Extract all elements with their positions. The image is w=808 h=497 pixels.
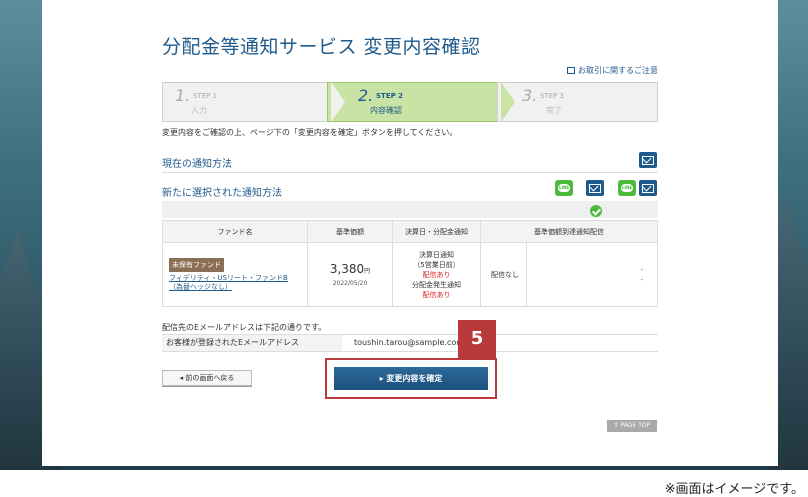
step-arrow (501, 82, 515, 122)
email-label: お客様が登録されたEメールアドレス (162, 335, 342, 351)
email-row: お客様が登録されたEメールアドレス toushin.tarou@sample.c… (162, 334, 658, 352)
confirm-button[interactable]: ▸ 変更内容を確定 (334, 367, 488, 390)
check-icon (590, 205, 602, 217)
email-value: toushin.tarou@sample.com (354, 338, 465, 347)
price-value: 3,380 (329, 262, 365, 276)
fund-name-cell: 未保有ファンド フィデリティ・USリート・ファンドB（為替ヘッジなし） (162, 242, 308, 307)
background-scene: 分配金等通知サービス 変更内容確認 お取引に関するご注意 1. STEP 1 入… (0, 0, 808, 470)
col-notify: 決算日・分配金通知 (392, 220, 481, 243)
mail-icon (639, 152, 657, 168)
shade-band (162, 201, 658, 218)
back-button[interactable]: ◂ 前の画面へ戻る (162, 370, 252, 386)
mail-note: 配信先のEメールアドレスは下記の通りです。 (162, 323, 327, 332)
step-indicator: 1. STEP 1 入力 2. STEP 2 内容確認 3. STEP 3 完了 (162, 82, 658, 122)
step-arrow (331, 82, 345, 122)
col-reach: 基準価額到達通知配信 (480, 220, 658, 243)
price-cell: 3,380円 2022/05/20 (307, 242, 393, 307)
step-1: 1. STEP 1 入力 (162, 82, 345, 122)
current-method-heading: 現在の通知方法 (162, 159, 232, 170)
instruction-text: 変更内容をご確認の上、ページ下の「変更内容を確定」ボタンを押してください。 (162, 128, 458, 137)
step-3: 3. STEP 3 完了 (497, 82, 658, 122)
table-row: 未保有ファンド フィデリティ・USリート・ファンドB（為替ヘッジなし） 3,38… (162, 242, 658, 307)
step-2-active: 2. STEP 2 内容確認 (327, 82, 515, 122)
window-icon (567, 67, 575, 74)
notify-cell: 決算日通知 （5営業日前） 配信あり 分配金発生通知 配信あり (392, 242, 481, 307)
table-header-row: ファンド名 基準価額 決算日・分配金通知 基準価額到達通知配信 (162, 220, 658, 243)
new-method-heading: 新たに選択された通知方法 (162, 188, 282, 199)
col-price: 基準価額 (307, 220, 393, 243)
divider (162, 172, 658, 173)
line-icon (618, 180, 636, 196)
status-badge: 未保有ファンド (169, 257, 224, 272)
page-content: 分配金等通知サービス 変更内容確認 お取引に関するご注意 1. STEP 1 入… (42, 0, 778, 466)
fund-table: ファンド名 基準価額 決算日・分配金通知 基準価額到達通知配信 未保有ファンド … (162, 220, 658, 307)
price-date: 2022/05/20 (332, 280, 368, 287)
reach-values-cell: - - (526, 242, 658, 307)
mail-icon (586, 180, 604, 196)
confirm-highlight: ▸ 変更内容を確定 (325, 358, 497, 399)
col-fund-name: ファンド名 (162, 220, 308, 243)
notice-link[interactable]: お取引に関するご注意 (567, 65, 658, 76)
fund-name-link[interactable]: フィデリティ・USリート・ファンドB（為替ヘッジなし） (169, 274, 288, 291)
image-caption: ※画面はイメージです。 (664, 482, 804, 497)
reach-cell: 配信なし (480, 242, 527, 307)
page-top-button[interactable]: ⇑ PAGE TOP (607, 420, 657, 432)
line-icon (555, 180, 573, 196)
mail-icon (639, 180, 657, 196)
callout-number: 5 (458, 320, 496, 358)
page-title: 分配金等通知サービス 変更内容確認 (162, 36, 481, 58)
